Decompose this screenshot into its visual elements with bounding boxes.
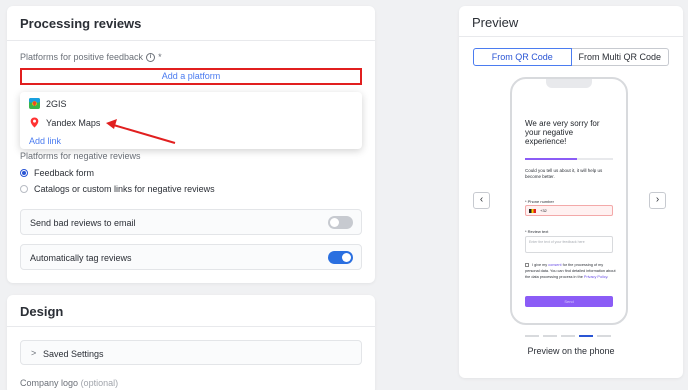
review-text-field: Enter the text of your feedback here — [525, 236, 613, 253]
radio-feedback-form[interactable]: Feedback form — [20, 168, 94, 178]
company-logo-text: Company logo — [20, 378, 79, 388]
radio-selected-icon[interactable] — [20, 169, 28, 177]
negative-reviews-label: Platforms for negative reviews — [20, 151, 141, 161]
send-bad-reviews-row: Send bad reviews to email — [20, 209, 362, 235]
slide-dot[interactable] — [543, 335, 557, 337]
saved-settings-label: Saved Settings — [43, 349, 104, 359]
belgium-flag-icon — [529, 209, 536, 213]
design-card: Design > Saved Settings Company logo (op… — [7, 295, 375, 390]
saved-settings-accordion[interactable]: > Saved Settings — [20, 340, 362, 365]
slide-dot[interactable] — [597, 335, 611, 337]
phone-send-button: Send — [525, 296, 613, 307]
review-placeholder: Enter the text of your feedback here — [529, 240, 585, 244]
divider — [7, 40, 375, 41]
consent-link: consent — [548, 263, 562, 267]
add-link-button[interactable]: Add link — [29, 136, 61, 146]
preview-title: Preview — [472, 15, 519, 30]
preview-caption: Preview on the phone — [527, 346, 615, 356]
phone-mockup: We are very sorry for your negative expe… — [510, 77, 628, 325]
divider — [459, 36, 683, 37]
slide-indicators — [525, 335, 611, 337]
consent-suffix: . — [607, 275, 609, 279]
2gis-icon — [29, 98, 40, 109]
dropdown-item-2gis[interactable]: 2GIS — [29, 98, 67, 109]
auto-tag-toggle[interactable] — [328, 251, 353, 264]
phone-code: +32 — [540, 208, 547, 213]
optional-text: (optional) — [80, 378, 119, 388]
dropdown-item-label: 2GIS — [46, 98, 67, 109]
review-text-label: * Review text — [525, 229, 549, 234]
dropdown-item-yandex-maps[interactable]: Yandex Maps — [29, 117, 100, 128]
phone-progress-bar — [525, 158, 613, 160]
privacy-link: Privacy Policy — [583, 275, 608, 279]
slide-dot-active[interactable] — [579, 335, 593, 337]
phone-number-label: * Phone number — [525, 199, 554, 204]
radio-label: Feedback form — [34, 168, 95, 178]
preview-tabs: From QR Code From Multi QR Code — [473, 48, 669, 66]
radio-catalogs[interactable]: Catalogs or custom links for negative re… — [20, 184, 215, 194]
toggle-label: Send bad reviews to email — [30, 218, 136, 228]
platform-dropdown: 2GIS Yandex Maps Add link — [20, 92, 362, 149]
preview-card: Preview From QR Code From Multi QR Code … — [459, 6, 683, 378]
dropdown-item-label: Yandex Maps — [46, 117, 101, 128]
next-slide-button[interactable]: › — [649, 192, 666, 209]
phone-number-field: +32 — [525, 205, 613, 216]
slide-dot[interactable] — [561, 335, 575, 337]
slide-dot[interactable] — [525, 335, 539, 337]
map-pin-icon — [30, 117, 39, 128]
phone-heading: We are very sorry for your negative expe… — [525, 119, 600, 146]
divider — [7, 326, 375, 327]
phone-notch — [546, 79, 592, 88]
consent-prefix: I give my — [532, 263, 548, 267]
design-title: Design — [20, 304, 64, 319]
tab-from-qr-code[interactable]: From QR Code — [473, 48, 572, 66]
chevron-right-icon: > — [31, 348, 37, 358]
processing-title: Processing reviews — [20, 16, 142, 31]
radio-label: Catalogs or custom links for negative re… — [34, 184, 215, 194]
positive-feedback-label: Platforms for positive feedback i * — [20, 52, 162, 63]
company-logo-label: Company logo (optional) — [20, 378, 118, 388]
tab-from-multi-qr-code[interactable]: From Multi QR Code — [571, 48, 669, 66]
phone-subtitle: Could you tell us about it, it will help… — [525, 168, 603, 179]
annotation-arrow-icon — [106, 119, 176, 144]
phone-consent: I give my consent for the processing of … — [525, 262, 617, 280]
radio-unselected-icon[interactable] — [20, 185, 28, 193]
auto-tag-row: Automatically tag reviews — [20, 244, 362, 270]
positive-feedback-label-text: Platforms for positive feedback — [20, 52, 144, 62]
toggle-label: Automatically tag reviews — [30, 253, 132, 263]
add-platform-button[interactable]: Add a platform — [20, 68, 362, 85]
consent-checkbox-icon — [525, 263, 529, 267]
prev-slide-button[interactable]: ‹ — [473, 192, 490, 209]
send-bad-reviews-toggle[interactable] — [328, 216, 353, 229]
info-icon[interactable]: i — [146, 53, 156, 63]
required-mark: * — [158, 52, 162, 62]
